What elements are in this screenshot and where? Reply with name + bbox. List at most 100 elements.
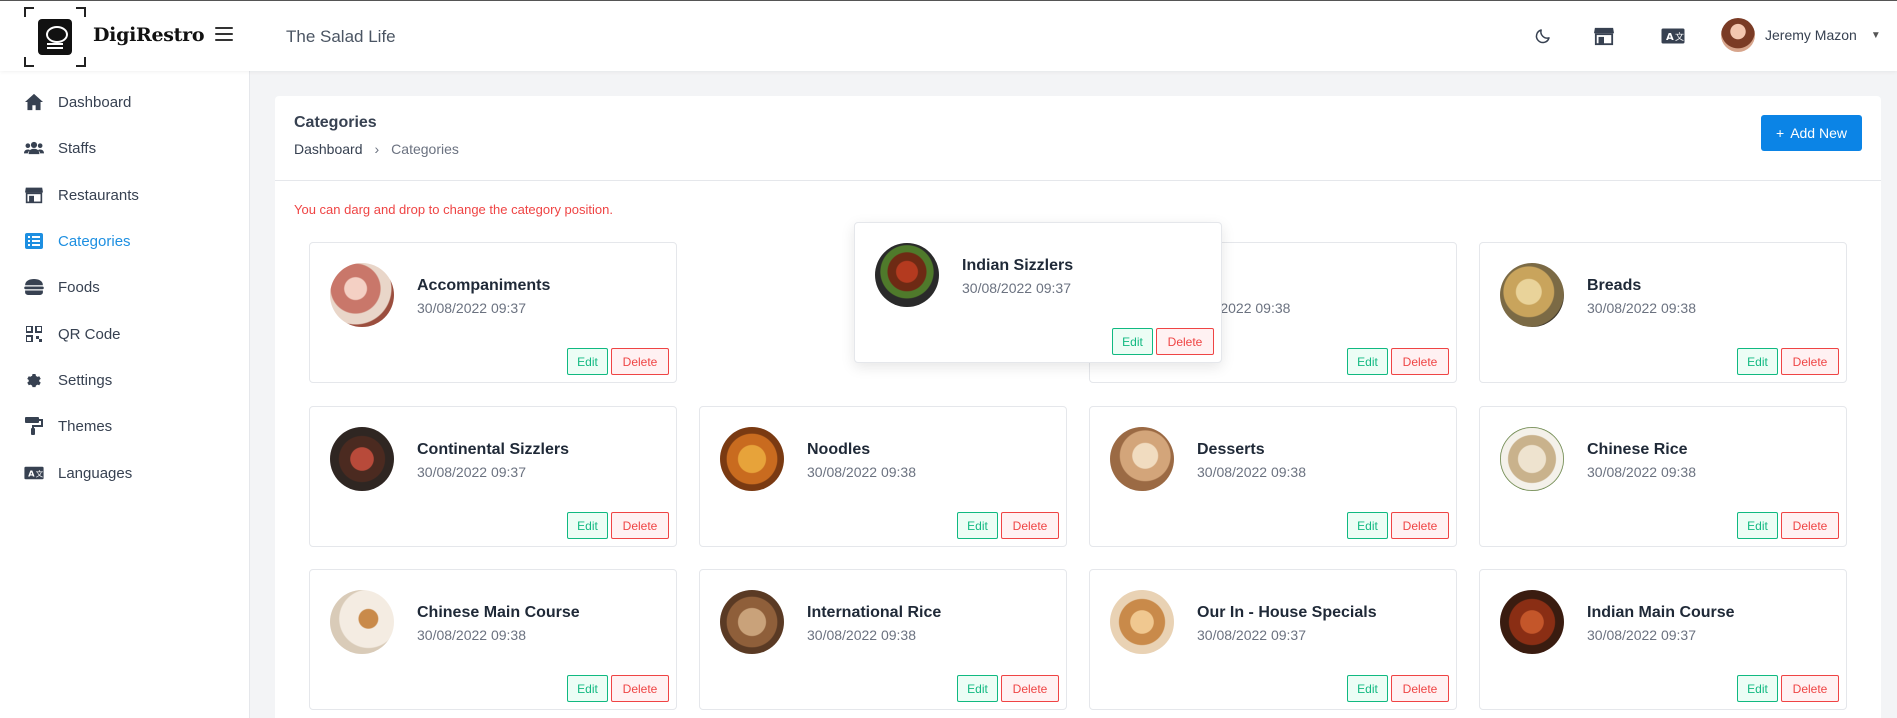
edit-button[interactable]: Edit	[1112, 328, 1153, 355]
category-name: Accompaniments	[417, 277, 551, 294]
category-card[interactable]: Breads 30/08/2022 09:38 Edit Delete	[1479, 242, 1847, 383]
edit-button[interactable]: Edit	[957, 675, 998, 702]
moon-icon[interactable]	[1530, 23, 1556, 49]
category-card[interactable]: Our In - House Specials 30/08/2022 09:37…	[1089, 569, 1457, 710]
sidebar-item-languages[interactable]: A文 Languages	[24, 461, 132, 485]
sidebar-item-label: Categories	[58, 232, 131, 250]
burger-icon	[24, 278, 44, 296]
category-date: 30/08/2022 09:38	[417, 627, 526, 643]
svg-text:文: 文	[36, 468, 44, 478]
breadcrumb-categories: Categories	[391, 141, 459, 157]
category-name: Indian Sizzlers	[962, 257, 1074, 274]
user-menu[interactable]: Jeremy Mazon ▼	[1721, 18, 1881, 52]
category-name: Breads	[1587, 277, 1642, 294]
avatar[interactable]	[1721, 18, 1755, 52]
home-icon	[24, 93, 44, 111]
sidebar-item-label: Themes	[58, 417, 113, 435]
sidebar: Dashboard Staffs Restaurants Categories …	[0, 71, 250, 718]
delete-button[interactable]: Delete	[1781, 348, 1839, 375]
sidebar-item-settings[interactable]: Settings	[24, 368, 112, 392]
delete-button[interactable]: Delete	[611, 512, 669, 539]
sidebar-item-qr-code[interactable]: QR Code	[24, 322, 121, 346]
store-icon	[24, 186, 44, 204]
category-card[interactable]: Chinese Main Course 30/08/2022 09:38 Edi…	[309, 569, 677, 710]
edit-button[interactable]: Edit	[1347, 348, 1388, 375]
delete-button[interactable]: Delete	[611, 348, 669, 375]
svg-text:A: A	[1666, 32, 1674, 43]
category-image	[330, 590, 394, 654]
edit-button[interactable]: Edit	[1347, 512, 1388, 539]
edit-button[interactable]: Edit	[1347, 675, 1388, 702]
gear-icon	[24, 371, 44, 389]
category-date: 30/08/2022 09:38	[1587, 464, 1696, 480]
edit-button[interactable]: Edit	[1737, 675, 1778, 702]
category-image	[1500, 590, 1564, 654]
divider	[275, 180, 1881, 181]
edit-button[interactable]: Edit	[1737, 512, 1778, 539]
breadcrumb-dashboard[interactable]: Dashboard	[294, 141, 363, 157]
sidebar-item-categories[interactable]: Categories	[24, 229, 131, 253]
sidebar-item-label: Languages	[58, 464, 133, 482]
add-new-button[interactable]: + Add New	[1761, 115, 1862, 151]
qr-icon	[24, 325, 44, 343]
edit-button[interactable]: Edit	[567, 512, 608, 539]
category-image	[720, 590, 784, 654]
sidebar-item-themes[interactable]: Themes	[24, 414, 112, 438]
delete-button[interactable]: Delete	[1391, 512, 1449, 539]
sidebar-item-label: Dashboard	[58, 93, 132, 111]
sidebar-item-staffs[interactable]: Staffs	[24, 136, 96, 160]
plus-icon: +	[1776, 125, 1785, 141]
sidebar-item-label: Settings	[58, 371, 113, 389]
category-date: 30/08/2022 09:37	[1197, 627, 1306, 643]
add-new-label: Add New	[1790, 125, 1847, 141]
edit-button[interactable]: Edit	[1737, 348, 1778, 375]
category-card[interactable]: Accompaniments 30/08/2022 09:37 Edit Del…	[309, 242, 677, 383]
category-image	[1500, 427, 1564, 491]
category-date: 30/08/2022 09:38	[807, 464, 916, 480]
edit-button[interactable]: Edit	[957, 512, 998, 539]
restaurant-name: The Salad Life	[286, 27, 396, 46]
language-icon[interactable]: A文	[1660, 23, 1686, 49]
categories-panel: Categories Dashboard › Categories + Add …	[275, 96, 1881, 718]
edit-button[interactable]: Edit	[567, 675, 608, 702]
delete-button[interactable]: Delete	[1156, 328, 1214, 355]
top-bar: DigiRestro The Salad Life A文 Jeremy Mazo…	[0, 0, 1897, 71]
menu-toggle-icon[interactable]	[215, 27, 233, 43]
chevron-down-icon[interactable]: ▼	[1871, 30, 1881, 41]
category-name: Chinese Rice	[1587, 441, 1688, 458]
brand-logo[interactable]	[24, 7, 86, 67]
breadcrumb: Dashboard › Categories	[294, 141, 459, 157]
category-card[interactable]: Indian Main Course 30/08/2022 09:37 Edit…	[1479, 569, 1847, 710]
delete-button[interactable]: Delete	[1781, 675, 1839, 702]
delete-button[interactable]: Delete	[1001, 675, 1059, 702]
category-card[interactable]: Noodles 30/08/2022 09:38 Edit Delete	[699, 406, 1067, 547]
category-name: Desserts	[1197, 441, 1265, 458]
delete-button[interactable]: Delete	[611, 675, 669, 702]
category-image	[875, 243, 939, 307]
svg-text:A: A	[28, 468, 35, 478]
category-date: 30/08/2022 09:37	[1587, 627, 1696, 643]
sidebar-item-foods[interactable]: Foods	[24, 275, 100, 299]
category-card-dragging[interactable]: Indian Sizzlers 30/08/2022 09:37 Edit De…	[854, 222, 1222, 363]
category-name: Our In - House Specials	[1197, 604, 1377, 621]
category-card[interactable]: Continental Sizzlers 30/08/2022 09:37 Ed…	[309, 406, 677, 547]
category-card[interactable]: Desserts 30/08/2022 09:38 Edit Delete	[1089, 406, 1457, 547]
chevron-right-icon: ›	[374, 141, 380, 157]
delete-button[interactable]: Delete	[1781, 512, 1839, 539]
edit-button[interactable]: Edit	[567, 348, 608, 375]
sidebar-item-dashboard[interactable]: Dashboard	[24, 90, 131, 114]
category-card[interactable]: International Rice 30/08/2022 09:38 Edit…	[699, 569, 1067, 710]
delete-button[interactable]: Delete	[1001, 512, 1059, 539]
brand-name[interactable]: DigiRestro	[93, 24, 205, 46]
category-card[interactable]: Chinese Rice 30/08/2022 09:38 Edit Delet…	[1479, 406, 1847, 547]
logo-icon	[38, 19, 72, 55]
category-name: International Rice	[807, 604, 942, 621]
user-name[interactable]: Jeremy Mazon	[1765, 27, 1857, 43]
store-icon[interactable]	[1591, 23, 1617, 49]
sidebar-item-restaurants[interactable]: Restaurants	[24, 183, 139, 207]
delete-button[interactable]: Delete	[1391, 675, 1449, 702]
category-image	[1110, 590, 1174, 654]
category-image	[330, 263, 394, 327]
delete-button[interactable]: Delete	[1391, 348, 1449, 375]
category-name: Indian Main Course	[1587, 604, 1735, 621]
